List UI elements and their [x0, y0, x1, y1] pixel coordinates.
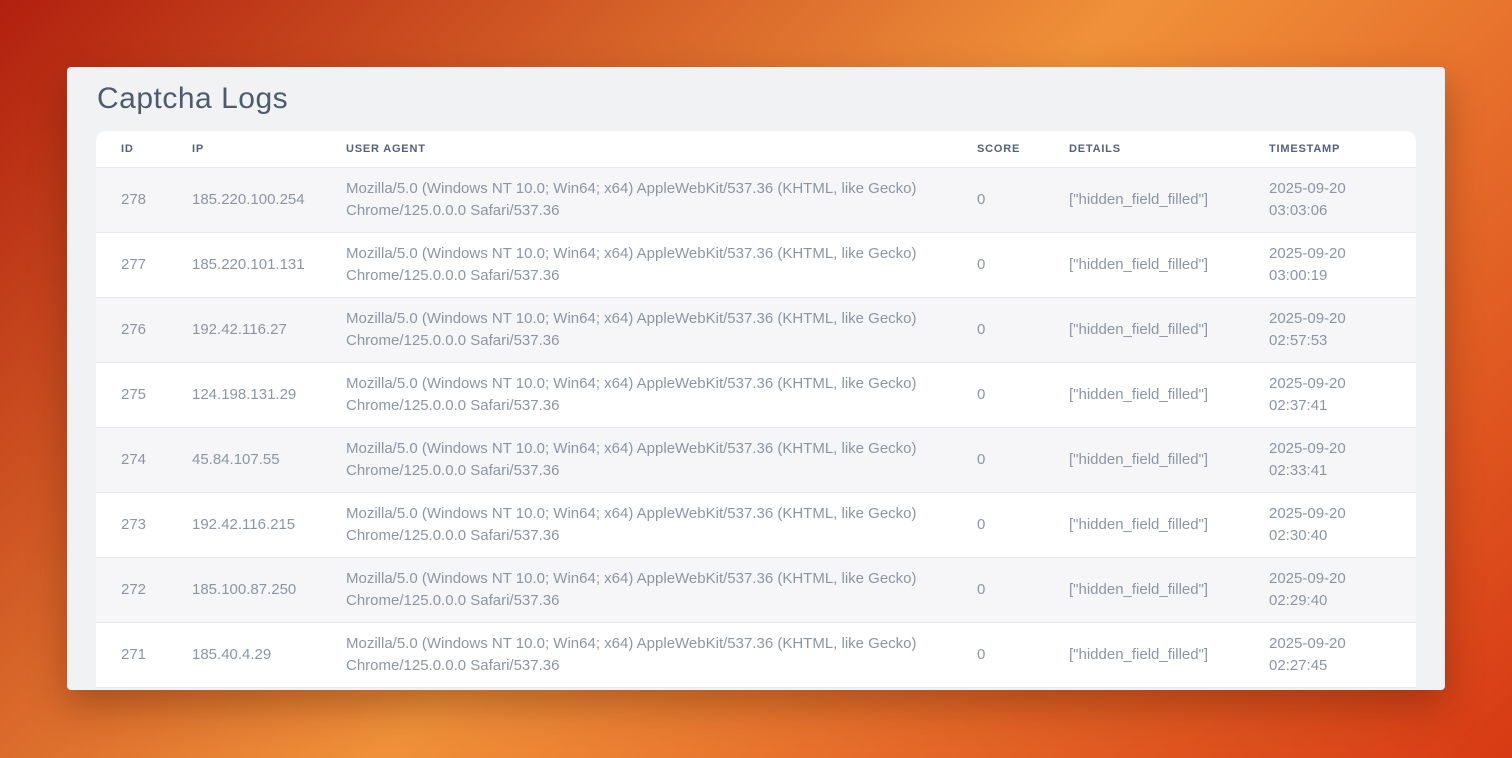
column-header-timestamp: TIMESTAMP	[1269, 131, 1416, 167]
table-row: 27445.84.107.55Mozilla/5.0 (Windows NT 1…	[96, 427, 1416, 492]
captcha-logs-card: Captcha Logs ID IP USER AGENT SCORE DETA…	[67, 67, 1445, 690]
cell-user_agent: Mozilla/5.0 (Windows NT 10.0; Win64; x64…	[346, 557, 977, 622]
cell-score: 0	[977, 427, 1069, 492]
cell-user_agent: Mozilla/5.0 (Windows NT 10.0; Win64; x64…	[346, 232, 977, 297]
cell-id: 271	[96, 622, 192, 687]
cell-user_agent: Mozilla/5.0 (Windows NT 10.0; Win64; x64…	[346, 167, 977, 232]
cell-timestamp: 2025-09-20 02:37:41	[1269, 362, 1416, 427]
cell-score: 0	[977, 362, 1069, 427]
cell-id: 275	[96, 362, 192, 427]
cell-id: 274	[96, 427, 192, 492]
cell-details: ["hidden_field_filled"]	[1069, 427, 1269, 492]
cell-details: ["hidden_field_filled"]	[1069, 232, 1269, 297]
cell-timestamp: 2025-09-20 02:57:53	[1269, 297, 1416, 362]
table-row: 272185.100.87.250Mozilla/5.0 (Windows NT…	[96, 557, 1416, 622]
cell-timestamp: 2025-09-20 02:29:40	[1269, 557, 1416, 622]
logs-table: ID IP USER AGENT SCORE DETAILS TIMESTAMP…	[96, 131, 1416, 688]
column-header-score: SCORE	[977, 131, 1069, 167]
cell-ip: 185.220.101.131	[192, 232, 346, 297]
table-header-row: ID IP USER AGENT SCORE DETAILS TIMESTAMP	[96, 131, 1416, 167]
cell-details: ["hidden_field_filled"]	[1069, 362, 1269, 427]
cell-ip: 192.42.116.215	[192, 492, 346, 557]
cell-ip: 45.84.107.55	[192, 427, 346, 492]
cell-user_agent: Mozilla/5.0 (Windows NT 10.0; Win64; x64…	[346, 362, 977, 427]
logs-table-container: ID IP USER AGENT SCORE DETAILS TIMESTAMP…	[96, 131, 1416, 688]
cell-user_agent: Mozilla/5.0 (Windows NT 10.0; Win64; x64…	[346, 622, 977, 687]
cell-id: 277	[96, 232, 192, 297]
cell-id: 276	[96, 297, 192, 362]
cell-details: ["hidden_field_filled"]	[1069, 167, 1269, 232]
table-row: 278185.220.100.254Mozilla/5.0 (Windows N…	[96, 167, 1416, 232]
page-background: { "page": { "title": "Captcha Logs" }, "…	[0, 0, 1512, 758]
cell-score: 0	[977, 557, 1069, 622]
cell-ip: 124.198.131.29	[192, 362, 346, 427]
cell-ip: 192.42.116.27	[192, 297, 346, 362]
cell-ip: 185.100.87.250	[192, 557, 346, 622]
table-row: 277185.220.101.131Mozilla/5.0 (Windows N…	[96, 232, 1416, 297]
table-row: 271185.40.4.29Mozilla/5.0 (Windows NT 10…	[96, 622, 1416, 687]
cell-details: ["hidden_field_filled"]	[1069, 297, 1269, 362]
cell-ip: 185.40.4.29	[192, 622, 346, 687]
page-title: Captcha Logs	[97, 83, 1416, 115]
cell-score: 0	[977, 167, 1069, 232]
column-header-details: DETAILS	[1069, 131, 1269, 167]
cell-score: 0	[977, 232, 1069, 297]
cell-timestamp: 2025-09-20 03:00:19	[1269, 232, 1416, 297]
cell-score: 0	[977, 297, 1069, 362]
column-header-user-agent: USER AGENT	[346, 131, 977, 167]
cell-timestamp: 2025-09-20 03:03:06	[1269, 167, 1416, 232]
cell-timestamp: 2025-09-20 02:33:41	[1269, 427, 1416, 492]
cell-id: 272	[96, 557, 192, 622]
table-row: 276192.42.116.27Mozilla/5.0 (Windows NT …	[96, 297, 1416, 362]
cell-score: 0	[977, 622, 1069, 687]
column-header-ip: IP	[192, 131, 346, 167]
cell-timestamp: 2025-09-20 02:30:40	[1269, 492, 1416, 557]
table-row: 273192.42.116.215Mozilla/5.0 (Windows NT…	[96, 492, 1416, 557]
cell-details: ["hidden_field_filled"]	[1069, 622, 1269, 687]
cell-user_agent: Mozilla/5.0 (Windows NT 10.0; Win64; x64…	[346, 492, 977, 557]
cell-details: ["hidden_field_filled"]	[1069, 492, 1269, 557]
cell-user_agent: Mozilla/5.0 (Windows NT 10.0; Win64; x64…	[346, 427, 977, 492]
cell-score: 0	[977, 492, 1069, 557]
cell-timestamp: 2025-09-20 02:27:45	[1269, 622, 1416, 687]
column-header-id: ID	[96, 131, 192, 167]
table-row: 275124.198.131.29Mozilla/5.0 (Windows NT…	[96, 362, 1416, 427]
cell-details: ["hidden_field_filled"]	[1069, 557, 1269, 622]
cell-id: 278	[96, 167, 192, 232]
table-body: 278185.220.100.254Mozilla/5.0 (Windows N…	[96, 167, 1416, 687]
cell-id: 273	[96, 492, 192, 557]
cell-ip: 185.220.100.254	[192, 167, 346, 232]
cell-user_agent: Mozilla/5.0 (Windows NT 10.0; Win64; x64…	[346, 297, 977, 362]
